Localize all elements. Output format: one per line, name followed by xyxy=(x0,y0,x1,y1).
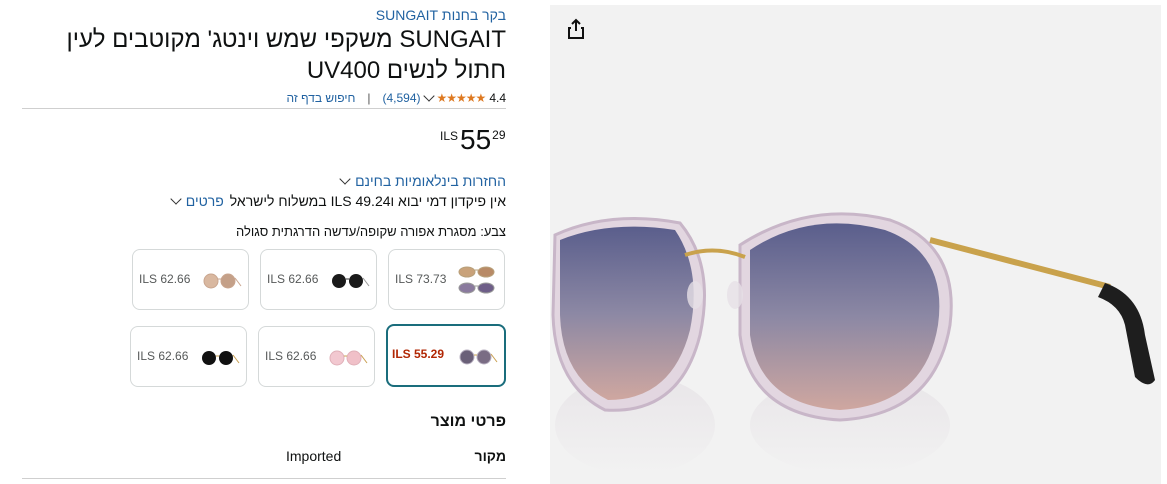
swatch-price: ILS 62.66 xyxy=(139,272,191,286)
price-whole: 55 xyxy=(460,124,492,155)
product-details-header: פרטי מוצר xyxy=(430,413,506,430)
returns-link[interactable]: החזרות בינלאומיות בחינם xyxy=(339,173,506,189)
price: ILS 55 29 xyxy=(440,126,506,154)
search-page-link[interactable]: חיפוש בדף זה xyxy=(287,91,356,105)
sunglasses-icon xyxy=(202,351,240,365)
sunglasses-photo xyxy=(551,212,1155,475)
color-swatch[interactable]: ILS 73.73 xyxy=(388,249,505,310)
rating-row: 4.4 ★★★★★ (4,594) | חיפוש בדף זה xyxy=(287,90,506,105)
swatch-price: ILS 73.73 xyxy=(395,272,447,286)
import-deposit-info: אין פיקדון דמי יבוא וILS 49.24 במשלוח לי… xyxy=(170,193,506,209)
color-swatch-selected[interactable]: ILS 55.29 xyxy=(386,324,506,387)
product-image[interactable] xyxy=(550,5,1161,484)
product-detail-row: מקור Imported xyxy=(22,448,506,468)
detail-key: מקור xyxy=(474,448,506,464)
sunglasses-icon xyxy=(458,266,495,294)
price-currency: ILS xyxy=(440,129,459,143)
sunglasses-icon xyxy=(332,274,370,288)
color-value: מסגרת אפורה שקופה/עדשה הדרגתית סגולה xyxy=(235,224,477,239)
deposit-text: אין פיקדון דמי יבוא וILS 49.24 במשלוח לי… xyxy=(229,193,506,209)
color-swatch[interactable]: ILS 62.66 xyxy=(258,326,375,387)
store-link[interactable]: בקר בחנות SUNGAIT xyxy=(376,7,506,23)
price-fraction: 29 xyxy=(492,128,506,142)
chevron-down-icon[interactable] xyxy=(170,193,182,205)
product-info-panel: בקר בחנות SUNGAIT SUNGAIT משקפי שמש וינט… xyxy=(0,0,530,484)
ratings-count-link[interactable]: (4,594) xyxy=(382,91,420,105)
color-swatch[interactable]: ILS 62.66 xyxy=(130,326,247,387)
chevron-down-icon[interactable] xyxy=(339,173,351,185)
color-swatch[interactable]: ILS 62.66 xyxy=(260,249,377,310)
color-label: צבע: xyxy=(480,224,506,239)
details-link[interactable]: פרטים xyxy=(186,193,224,209)
rating-value: 4.4 xyxy=(489,91,506,105)
sunglasses-icon xyxy=(203,273,242,289)
swatch-price: ILS 55.29 xyxy=(392,347,445,361)
swatch-price: ILS 62.66 xyxy=(137,349,189,363)
swatch-price: ILS 62.66 xyxy=(267,272,319,286)
color-swatch[interactable]: ILS 62.66 xyxy=(132,249,249,310)
separator: | xyxy=(367,91,371,105)
sunglasses-icon xyxy=(459,349,498,365)
returns-label: החזרות בינלאומיות בחינם xyxy=(355,173,506,189)
product-title: SUNGAIT משקפי שמש וינטג' מקוטבים לעין חת… xyxy=(66,26,506,84)
swatch-price: ILS 62.66 xyxy=(265,349,317,363)
chevron-down-icon[interactable] xyxy=(422,90,435,102)
detail-value: Imported xyxy=(286,448,342,464)
rating-stars[interactable]: ★★★★★ xyxy=(437,91,487,105)
divider xyxy=(22,108,506,109)
sunglasses-icon xyxy=(329,350,368,366)
divider xyxy=(22,478,506,479)
color-selection-label: צבע: מסגרת אפורה שקופה/עדשה הדרגתית סגול… xyxy=(236,224,506,239)
